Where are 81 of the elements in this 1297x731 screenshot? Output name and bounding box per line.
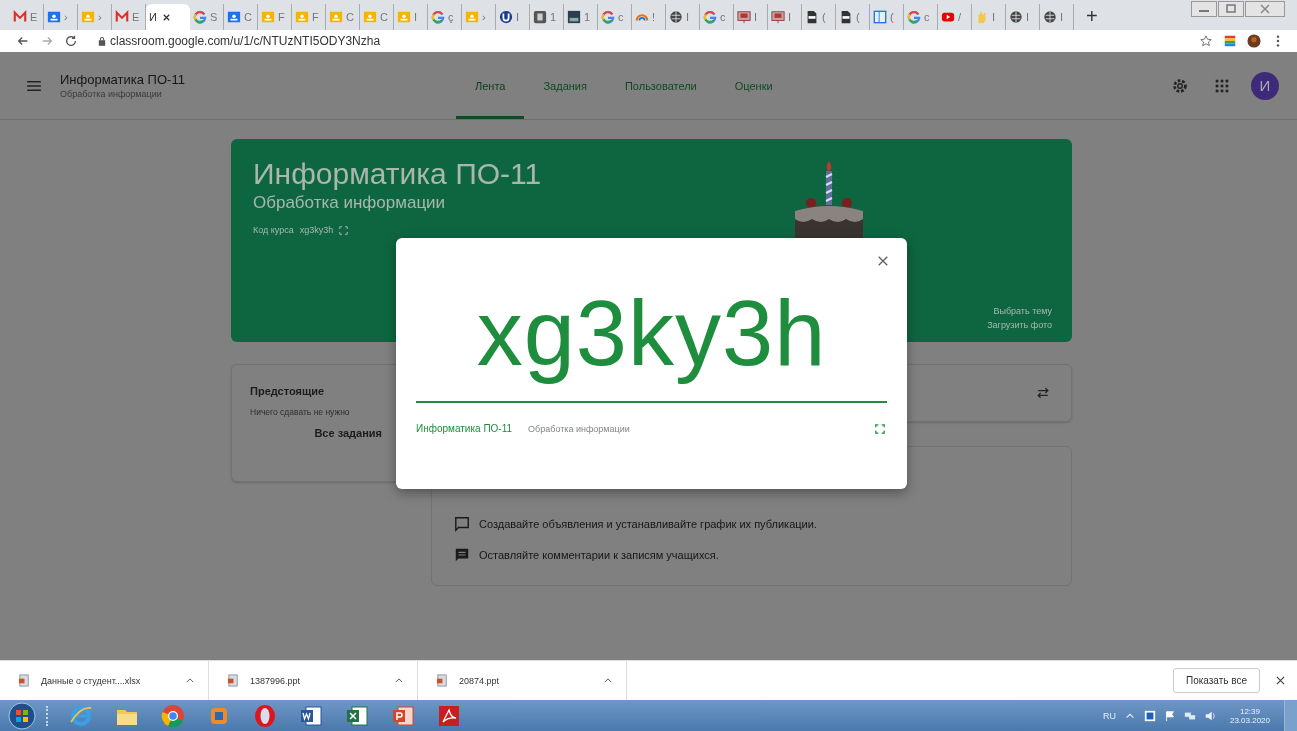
close-icon[interactable]	[161, 12, 171, 22]
language-indicator[interactable]: RU	[1102, 710, 1116, 721]
nav-tab[interactable]: Пользователи	[605, 52, 716, 119]
speech-bubble-icon	[454, 516, 470, 532]
shield-icon	[499, 10, 513, 24]
google-icon	[703, 10, 717, 24]
new-tab-button[interactable]: +	[1074, 5, 1108, 30]
banner-link[interactable]: Загрузить фото	[987, 320, 1052, 330]
upcoming-title: Предстоящие	[250, 385, 326, 397]
file-icon	[839, 10, 853, 24]
fullscreen-icon[interactable]	[875, 423, 885, 434]
opera-icon[interactable]	[253, 703, 277, 728]
chrome-icon[interactable]	[161, 703, 185, 728]
extension-icon[interactable]	[1223, 34, 1237, 48]
fullscreen-icon[interactable]	[339, 225, 349, 235]
envelope-icon	[13, 10, 27, 24]
upcoming-empty-text: Ничего сдавать не нужно	[250, 407, 351, 417]
flag-icon[interactable]	[1163, 709, 1176, 722]
globe-icon	[1043, 10, 1057, 24]
back-arrow-icon[interactable]	[16, 34, 30, 48]
swap-arrows-icon[interactable]	[1035, 385, 1051, 401]
nav-tab[interactable]: Задания	[524, 52, 606, 119]
reload-icon[interactable]	[64, 34, 78, 48]
all-assignments-link[interactable]: Все задания	[314, 427, 382, 439]
lock-icon	[98, 36, 106, 46]
presentation-icon	[771, 10, 785, 24]
play-icon	[941, 10, 955, 24]
banner-link[interactable]: Выбрать тему	[993, 306, 1052, 316]
layout-icon	[873, 10, 887, 24]
account-avatar[interactable]: И	[1251, 71, 1279, 100]
word-icon[interactable]	[299, 703, 323, 728]
google-icon	[601, 10, 615, 24]
dialog-course-title: Информатика ПО-11	[416, 423, 513, 434]
show-all-button[interactable]: Показать все	[1172, 668, 1260, 693]
powerpoint-icon[interactable]	[391, 703, 415, 728]
comment-icon	[454, 547, 470, 563]
caret-icon[interactable]	[186, 678, 194, 683]
system-clock[interactable]: 12:39 23.03.2020	[1229, 706, 1270, 725]
app-tray-icon[interactable]	[1143, 709, 1156, 722]
picture-icon	[567, 10, 581, 24]
nav-tab[interactable]: Лента	[456, 52, 525, 119]
acrobat-icon[interactable]	[437, 703, 461, 728]
file-icon	[805, 10, 819, 24]
profile-avatar-icon[interactable]	[1247, 34, 1261, 48]
close-icon[interactable]	[1276, 676, 1285, 685]
file-icon	[18, 674, 31, 687]
star-icon[interactable]	[1199, 34, 1213, 48]
dialog-course-subtitle: Обработка информации	[528, 423, 630, 434]
nav-tab[interactable]: Оценки	[715, 52, 792, 119]
minimize-icon[interactable]	[1191, 1, 1217, 17]
close-icon[interactable]	[877, 255, 889, 267]
google-icon	[907, 10, 921, 24]
menu-icon[interactable]	[26, 79, 42, 92]
file-icon	[436, 674, 449, 687]
document-icon	[533, 10, 547, 24]
course-code: xg3ky3h	[299, 225, 334, 235]
banner-title: Информатика ПО-11	[253, 157, 542, 191]
settings-icon[interactable]	[1171, 76, 1189, 95]
excel-icon[interactable]	[345, 703, 369, 728]
speaker-icon[interactable]	[1203, 709, 1216, 722]
browser-e-icon[interactable]	[69, 703, 93, 728]
course-code-label: Код курса	[253, 225, 294, 235]
globe-icon	[669, 10, 683, 24]
browser-tab[interactable]: И	[146, 4, 190, 30]
caret-icon[interactable]	[604, 678, 612, 683]
banner-subtitle: Обработка информации	[253, 193, 447, 213]
envelope-icon	[115, 10, 129, 24]
address-field[interactable]: classroom.google.com/u/1/c/NTUzNTI5ODY3Nzha	[110, 34, 381, 48]
start-orb-icon[interactable]	[8, 701, 36, 730]
google-icon	[193, 10, 207, 24]
tip-text: Создавайте объявления и устанавливайте график их публикации.	[479, 518, 817, 530]
google-icon	[431, 10, 445, 24]
globe-icon	[1009, 10, 1023, 24]
file-icon	[227, 674, 240, 687]
tip-text: Оставляйте комментарии к записям учащихся.	[479, 549, 719, 561]
course-title[interactable]: Информатика ПО-11	[60, 72, 456, 87]
presentation-icon	[737, 10, 751, 24]
course-subtitle: Обработка информации	[60, 89, 163, 99]
class-code-display: xg3ky3h	[476, 281, 827, 386]
caret-icon[interactable]	[395, 678, 403, 683]
maximize-icon[interactable]	[1218, 1, 1244, 17]
